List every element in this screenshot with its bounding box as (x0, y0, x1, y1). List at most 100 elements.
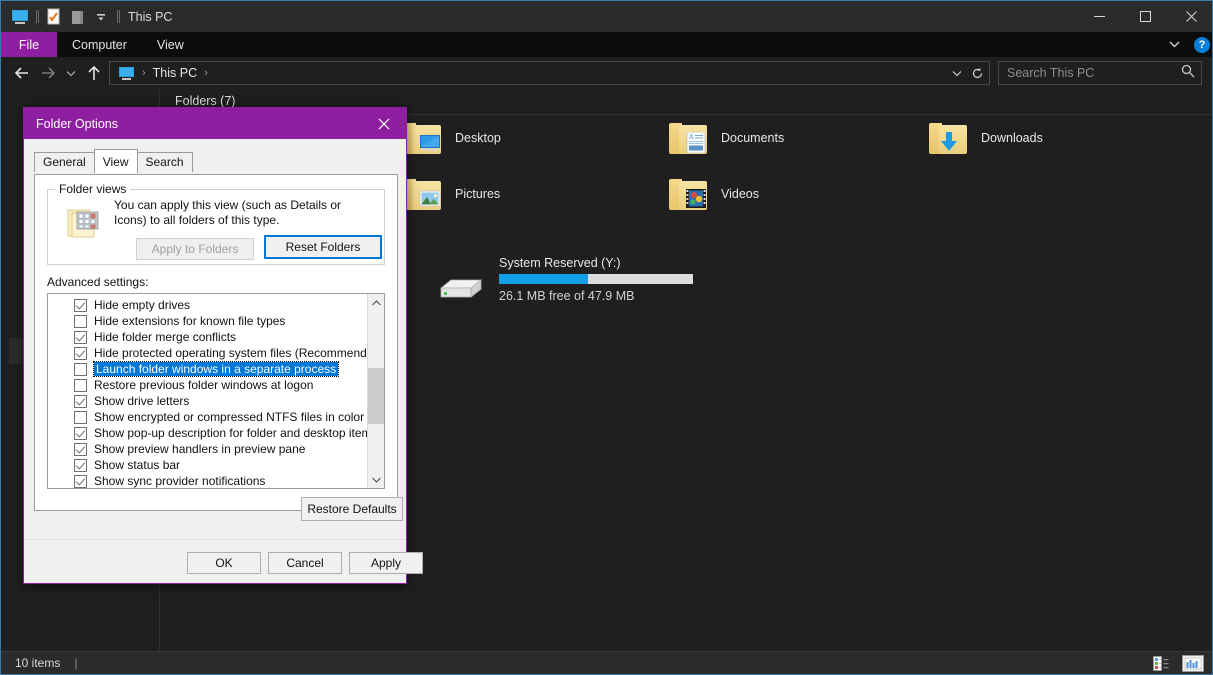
advanced-setting-label: Restore previous folder windows at logon (94, 378, 314, 392)
checkbox[interactable] (74, 458, 87, 472)
dialog-footer: OK Cancel Apply (24, 539, 423, 583)
new-folder-icon[interactable] (66, 6, 88, 28)
checkbox[interactable] (74, 298, 87, 312)
checkbox[interactable] (74, 330, 87, 344)
window-controls (1076, 1, 1212, 32)
svg-text:A: A (688, 134, 694, 141)
checkbox[interactable] (74, 442, 87, 456)
list-item-label: Desktop (455, 131, 501, 145)
large-icons-view-icon[interactable] (1182, 654, 1204, 673)
breadcrumb-icon-this-pc[interactable] (114, 66, 139, 81)
scroll-up-icon[interactable] (368, 294, 384, 311)
tab-general[interactable]: General (34, 152, 95, 172)
ok-button[interactable]: OK (187, 552, 261, 574)
search-icon[interactable] (1181, 64, 1195, 83)
advanced-setting-row[interactable]: Hide folder merge conflicts (48, 329, 368, 345)
checkbox[interactable] (74, 314, 87, 328)
advanced-setting-row[interactable]: Hide empty drives (48, 297, 368, 313)
customize-dropdown-icon[interactable] (90, 6, 112, 28)
maximize-button[interactable] (1122, 1, 1168, 32)
scroll-down-icon[interactable] (368, 471, 384, 488)
advanced-setting-row[interactable]: Hide extensions for known file types (48, 313, 368, 329)
advanced-setting-row[interactable]: Show drive letters (48, 393, 368, 409)
apply-button[interactable]: Apply (349, 552, 423, 574)
advanced-settings-list[interactable]: Hide empty drives Hide extensions for kno… (47, 293, 385, 489)
address-bar[interactable]: › This PC › (109, 61, 990, 85)
group-header-label: Folders (7) (175, 94, 236, 108)
restore-defaults-button[interactable]: Restore Defaults (301, 497, 403, 521)
checkbox[interactable] (74, 394, 87, 408)
breadcrumb-separator-2[interactable]: › (201, 67, 211, 79)
advanced-setting-label: Hide protected operating system files (R… (94, 346, 385, 360)
advanced-settings-scrollbar[interactable] (367, 294, 384, 488)
address-dropdown-icon[interactable] (947, 62, 967, 84)
refresh-icon[interactable] (967, 62, 987, 84)
group-header-folders[interactable]: Folders (7) (175, 94, 1212, 115)
up-button[interactable] (81, 60, 107, 86)
checkbox[interactable] (74, 474, 87, 488)
list-item[interactable]: A Documents (669, 121, 784, 155)
tab-file[interactable]: File (1, 32, 57, 57)
drive-capacity-label: 26.1 MB free of 47.9 MB (499, 289, 635, 303)
status-item-count: 10 items (15, 656, 61, 670)
properties-icon[interactable] (42, 6, 64, 28)
list-item[interactable]: Downloads (929, 121, 1043, 155)
tab-computer[interactable]: Computer (57, 32, 142, 57)
checkbox[interactable] (74, 346, 87, 360)
cancel-button[interactable]: Cancel (268, 552, 342, 574)
window-title: This PC (128, 9, 173, 24)
tab-view[interactable]: View (142, 32, 199, 57)
expand-ribbon-icon[interactable] (1163, 39, 1186, 51)
folder-downloads-icon (929, 121, 969, 155)
advanced-setting-row[interactable]: Show pop-up description for folder and d… (48, 425, 378, 441)
list-item-label: Videos (721, 187, 759, 201)
list-item[interactable]: Desktop (403, 121, 501, 155)
advanced-setting-row[interactable]: Show sync provider notifications (48, 473, 368, 488)
list-item[interactable]: Pictures (403, 177, 500, 211)
tab-search[interactable]: Search (136, 152, 193, 172)
advanced-setting-row[interactable]: Show encrypted or compressed NTFS files … (48, 409, 368, 425)
list-item[interactable]: Videos (669, 177, 759, 211)
breadcrumb-this-pc[interactable]: This PC (149, 66, 201, 80)
checkbox[interactable] (74, 362, 87, 376)
address-bar-controls (947, 62, 987, 84)
advanced-setting-row[interactable]: Hide protected operating system files (R… (48, 345, 384, 361)
folder-views-description: You can apply this view (such as Details… (114, 198, 342, 227)
advanced-setting-label: Hide folder merge conflicts (94, 330, 237, 344)
toolbar-divider-1 (33, 9, 40, 25)
tab-view[interactable]: View (93, 149, 138, 173)
quick-access-toolbar (1, 6, 121, 28)
advanced-setting-label: Show pop-up description for folder and d… (94, 426, 378, 440)
folder-desktop-icon (403, 121, 443, 155)
checkbox[interactable] (74, 410, 87, 424)
title-bar: This PC (1, 1, 1212, 32)
advanced-setting-row[interactable]: Restore previous folder windows at logon (48, 377, 368, 393)
advanced-settings-rows: Hide empty drives Hide extensions for kno… (48, 294, 384, 488)
dialog-close-button[interactable] (362, 108, 406, 139)
reset-folders-button[interactable]: Reset Folders (264, 235, 382, 259)
advanced-setting-row[interactable]: Show preview handlers in preview pane (48, 441, 368, 457)
apply-to-folders-button[interactable]: Apply to Folders (136, 238, 254, 260)
back-button[interactable] (9, 60, 35, 86)
folder-views-group-title: Folder views (55, 182, 131, 196)
checkbox[interactable] (74, 378, 87, 392)
scrollbar-thumb[interactable] (368, 368, 384, 424)
list-item-drive[interactable]: System Reserved (Y:) 26.1 MB free of 47.… (437, 256, 857, 314)
advanced-setting-row[interactable]: Launch folder windows in a separate proc… (48, 361, 368, 377)
advanced-setting-label: Show sync provider notifications (94, 474, 266, 488)
forward-button[interactable] (35, 60, 61, 86)
close-button[interactable] (1168, 1, 1212, 32)
this-pc-icon[interactable] (9, 6, 31, 28)
ribbon-tab-bar: File Computer View ? (1, 32, 1212, 57)
minimize-button[interactable] (1076, 1, 1122, 32)
folder-views-icon (66, 206, 100, 240)
advanced-setting-row[interactable]: Show status bar (48, 457, 368, 473)
details-view-icon[interactable] (1152, 654, 1174, 673)
checkbox[interactable] (74, 426, 87, 440)
search-input[interactable] (1005, 65, 1181, 81)
recent-locations-button[interactable] (61, 60, 81, 86)
search-box[interactable] (998, 61, 1202, 85)
view-tab-panel: Folder views You can apply this view (su… (34, 174, 403, 521)
toolbar-divider-2 (114, 9, 121, 25)
help-icon[interactable]: ? (1194, 36, 1210, 53)
